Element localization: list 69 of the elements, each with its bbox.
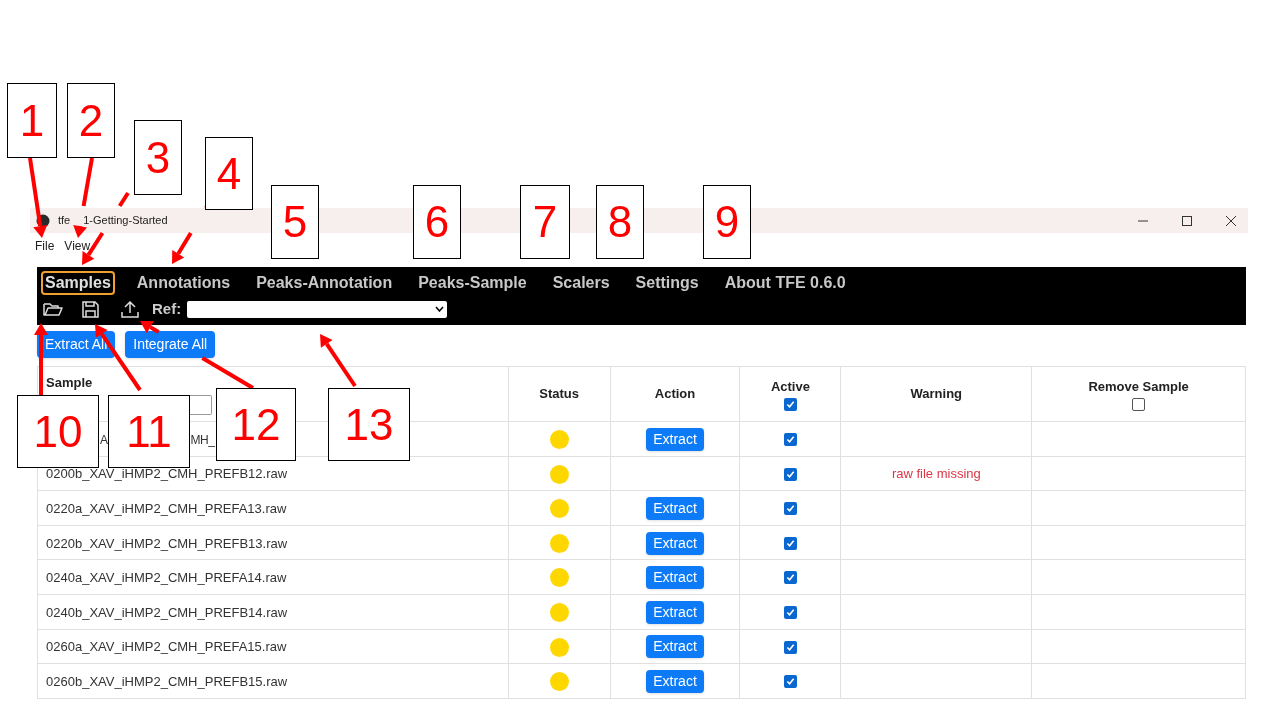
checkbox[interactable] bbox=[783, 398, 797, 412]
sample-name: 0200b_XAV_iHMP2_CMH_PREFB12.raw bbox=[46, 466, 288, 482]
filter-field[interactable] bbox=[190, 395, 212, 416]
extract-button[interactable]: Extract bbox=[646, 566, 704, 590]
sample-name: 0220a_XAV_iHMP2_CMH_PREFA13.raw bbox=[46, 501, 287, 516]
column-header: Remove Sample bbox=[1087, 377, 1190, 396]
extract-button[interactable]: Extract bbox=[646, 635, 704, 659]
callout-arrow bbox=[34, 323, 48, 395]
upload-icon[interactable] bbox=[121, 300, 139, 318]
nav-tab[interactable]: Scalers bbox=[548, 270, 614, 295]
callout-number: 2 bbox=[67, 83, 115, 158]
column-header: Status bbox=[538, 385, 580, 404]
callout-number: 8 bbox=[596, 185, 644, 259]
sample-name: 0260a_XAV_iHMP2_CMH_PREFA15.raw bbox=[46, 639, 287, 655]
menu-item[interactable]: View bbox=[64, 237, 91, 255]
nav-tab[interactable]: About TFE 0.6.0 bbox=[720, 270, 850, 295]
nav-tab[interactable]: Peaks-Sample bbox=[414, 270, 531, 295]
column-header: Sample bbox=[46, 373, 94, 392]
checkbox[interactable] bbox=[783, 606, 797, 620]
column-header: Action bbox=[653, 385, 697, 404]
action-button[interactable]: Integrate All bbox=[125, 331, 216, 358]
window-title: tfe bbox=[58, 213, 71, 229]
close-icon[interactable] bbox=[1226, 215, 1236, 226]
checkbox[interactable] bbox=[783, 571, 797, 585]
maximize-icon[interactable] bbox=[1182, 215, 1192, 226]
callout-number: 3 bbox=[134, 120, 182, 195]
checkbox[interactable] bbox=[783, 467, 797, 481]
callout-arrow bbox=[320, 334, 357, 388]
nav-tab[interactable]: Annotations bbox=[132, 270, 235, 295]
checkbox[interactable] bbox=[783, 640, 797, 654]
chevron-icon bbox=[435, 306, 445, 312]
save-icon[interactable] bbox=[82, 300, 99, 318]
column-header: Warning bbox=[909, 385, 964, 404]
sample-name: 0240a_XAV_iHMP2_CMH_PREFA14.raw bbox=[46, 570, 287, 586]
callout-number: 4 bbox=[205, 137, 253, 210]
sample-name: A bbox=[100, 432, 108, 447]
ref-select[interactable] bbox=[187, 300, 448, 318]
callout-number: 12 bbox=[216, 388, 296, 461]
ref-label: Ref: bbox=[152, 298, 182, 319]
callout-number: 1 bbox=[7, 83, 57, 158]
checkbox[interactable] bbox=[1132, 398, 1146, 412]
extract-button[interactable]: Extract bbox=[646, 427, 704, 451]
sample-name: 0220b_XAV_iHMP2_CMH_PREFB13.raw bbox=[46, 535, 288, 551]
sample-name: 0240b_XAV_iHMP2_CMH_PREFB14.raw bbox=[46, 604, 288, 620]
sample-name: 0260b_XAV_iHMP2_CMH_PREFB15.raw bbox=[46, 673, 288, 689]
callout-number: 7 bbox=[520, 185, 570, 259]
nav-tab[interactable]: Peaks-Annotation bbox=[252, 270, 397, 295]
checkbox[interactable] bbox=[783, 536, 797, 550]
callout-number: 5 bbox=[271, 185, 319, 259]
folder-icon[interactable] bbox=[43, 301, 63, 317]
checkbox[interactable] bbox=[783, 433, 797, 447]
checkbox[interactable] bbox=[783, 675, 797, 689]
nav-tab[interactable]: Settings bbox=[631, 270, 703, 295]
sample-name: MH_ bbox=[190, 432, 215, 447]
callout-number: 13 bbox=[328, 388, 410, 461]
extract-button[interactable]: Extract bbox=[646, 497, 704, 520]
callout-number: 9 bbox=[703, 185, 751, 259]
callout-number: 6 bbox=[413, 185, 461, 259]
column-header: Active bbox=[769, 377, 811, 396]
menu-item[interactable]: File bbox=[35, 237, 55, 255]
checkbox[interactable] bbox=[783, 502, 797, 516]
window-title: 1-Getting-Started bbox=[83, 213, 168, 229]
extract-button[interactable]: Extract bbox=[646, 669, 704, 693]
callout-number: 10 bbox=[17, 395, 99, 468]
callout-number: 11 bbox=[108, 395, 190, 468]
extract-button[interactable]: Extract bbox=[646, 600, 704, 624]
extract-button[interactable]: Extract bbox=[646, 531, 704, 555]
warning-text: raw file missing bbox=[891, 466, 981, 482]
nav-tab[interactable]: Samples bbox=[41, 270, 115, 295]
